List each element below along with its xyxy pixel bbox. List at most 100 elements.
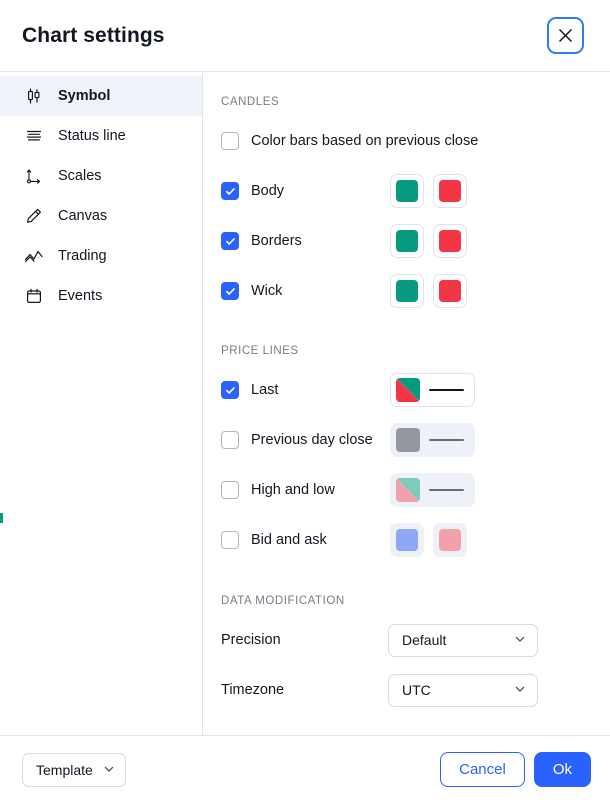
row-color-bars: Color bars based on previous close bbox=[203, 116, 610, 166]
sidebar-item-label: Events bbox=[58, 288, 103, 304]
checkbox-last[interactable]: Last bbox=[221, 381, 383, 399]
line-style-preview bbox=[429, 389, 464, 391]
last-line-style-button[interactable] bbox=[390, 373, 475, 407]
chevron-down-icon bbox=[514, 682, 526, 698]
trading-zigzag-icon bbox=[23, 245, 45, 267]
row-borders: Borders bbox=[203, 216, 610, 266]
precision-label: Precision bbox=[221, 632, 281, 648]
line-style-preview bbox=[429, 489, 464, 491]
color-swatch-group bbox=[390, 523, 467, 557]
checkbox-label: Borders bbox=[251, 233, 302, 249]
color-chip-down bbox=[439, 280, 461, 302]
footer-actions: Cancel Ok bbox=[440, 752, 591, 787]
dialog-footer: Template Cancel Ok bbox=[0, 735, 610, 803]
dialog-body: Symbol Status line Scales Canvas Trading… bbox=[0, 71, 610, 735]
candlestick-icon bbox=[23, 85, 45, 107]
row-previous-day-close: Previous day close bbox=[203, 415, 610, 465]
timezone-label: Timezone bbox=[221, 682, 285, 698]
checkbox-body[interactable]: Body bbox=[221, 182, 383, 200]
cancel-button[interactable]: Cancel bbox=[440, 752, 525, 787]
close-icon bbox=[557, 27, 574, 44]
row-last: Last bbox=[203, 365, 610, 415]
color-chip bbox=[396, 428, 420, 452]
section-title-data-modification: DATA MODIFICATION bbox=[221, 595, 345, 607]
template-label: Template bbox=[36, 761, 93, 778]
checkbox-wick[interactable]: Wick bbox=[221, 282, 383, 300]
ok-button[interactable]: Ok bbox=[533, 752, 591, 787]
checkbox-label: Wick bbox=[251, 283, 283, 299]
chart-settings-dialog: Chart settings Symbol Status line Scales… bbox=[0, 0, 610, 803]
color-swatch-group bbox=[390, 174, 467, 208]
borders-down-color-button[interactable] bbox=[433, 224, 467, 258]
color-chip-down bbox=[439, 180, 461, 202]
color-chip-up bbox=[396, 280, 418, 302]
dialog-header: Chart settings bbox=[0, 0, 610, 71]
precision-value: Default bbox=[402, 632, 447, 648]
checkbox-label: Color bars based on previous close bbox=[251, 133, 479, 149]
high-and-low-line-style-button[interactable] bbox=[390, 473, 475, 507]
checkbox-box bbox=[221, 431, 239, 449]
timezone-select[interactable]: UTC bbox=[388, 673, 538, 707]
bid-color-button[interactable] bbox=[390, 523, 424, 557]
section-title-candles: CANDLES bbox=[221, 96, 280, 108]
checkbox-color-bars[interactable]: Color bars based on previous close bbox=[221, 132, 478, 150]
sidebar-item-status-line[interactable]: Status line bbox=[0, 116, 202, 156]
sidebar-item-events[interactable]: Events bbox=[0, 276, 202, 316]
sidebar-item-trading[interactable]: Trading bbox=[0, 236, 202, 276]
close-button[interactable] bbox=[547, 17, 584, 54]
template-dropdown[interactable]: Template bbox=[22, 752, 126, 787]
sidebar-item-symbol[interactable]: Symbol bbox=[0, 76, 202, 116]
section-title-price-lines: PRICE LINES bbox=[221, 345, 299, 357]
sidebar-item-label: Symbol bbox=[58, 88, 111, 104]
row-precision: Precision Default bbox=[203, 615, 610, 665]
ask-color-button[interactable] bbox=[433, 523, 467, 557]
left-edge-accent bbox=[0, 513, 3, 523]
row-wick: Wick bbox=[203, 266, 610, 316]
checkbox-bid-and-ask[interactable]: Bid and ask bbox=[221, 531, 383, 549]
row-body: Body bbox=[203, 166, 610, 216]
checkbox-box bbox=[221, 132, 239, 150]
checkbox-label: Previous day close bbox=[251, 432, 373, 448]
precision-select[interactable]: Default bbox=[388, 623, 538, 657]
body-down-color-button[interactable] bbox=[433, 174, 467, 208]
checkbox-borders[interactable]: Borders bbox=[221, 232, 383, 250]
color-swatch-group bbox=[390, 224, 467, 258]
sidebar-item-label: Status line bbox=[58, 128, 126, 144]
checkbox-label: Bid and ask bbox=[251, 532, 327, 548]
color-chip-split bbox=[396, 378, 420, 402]
sidebar-item-canvas[interactable]: Canvas bbox=[0, 196, 202, 236]
sidebar-item-label: Trading bbox=[58, 248, 107, 264]
calendar-icon bbox=[23, 285, 45, 307]
checkbox-box bbox=[221, 232, 239, 250]
color-chip-down bbox=[439, 230, 461, 252]
timezone-value: UTC bbox=[402, 682, 431, 698]
color-chip-split bbox=[396, 478, 420, 502]
previous-day-close-line-style-button[interactable] bbox=[390, 423, 475, 457]
color-chip-up bbox=[396, 230, 418, 252]
wick-up-color-button[interactable] bbox=[390, 274, 424, 308]
color-swatch-group bbox=[390, 274, 467, 308]
body-up-color-button[interactable] bbox=[390, 174, 424, 208]
row-timezone: Timezone UTC bbox=[203, 665, 610, 715]
row-high-and-low: High and low bbox=[203, 465, 610, 515]
checkbox-box bbox=[221, 531, 239, 549]
color-chip-up bbox=[396, 180, 418, 202]
checkbox-label: Body bbox=[251, 183, 285, 199]
checkbox-label: High and low bbox=[251, 482, 335, 498]
checkbox-label: Last bbox=[251, 382, 279, 398]
sidebar-item-label: Scales bbox=[58, 168, 102, 184]
wick-down-color-button[interactable] bbox=[433, 274, 467, 308]
checkbox-high-and-low[interactable]: High and low bbox=[221, 481, 383, 499]
sidebar-item-scales[interactable]: Scales bbox=[0, 156, 202, 196]
color-chip-ask bbox=[439, 529, 461, 551]
checkbox-box bbox=[221, 182, 239, 200]
color-chip-bid bbox=[396, 529, 418, 551]
borders-up-color-button[interactable] bbox=[390, 224, 424, 258]
sidebar-item-label: Canvas bbox=[58, 208, 108, 224]
row-bid-and-ask: Bid and ask bbox=[203, 515, 610, 565]
settings-content: CANDLES Color bars based on previous clo… bbox=[203, 72, 610, 735]
checkbox-box bbox=[221, 481, 239, 499]
sidebar: Symbol Status line Scales Canvas Trading… bbox=[0, 72, 203, 735]
chevron-down-icon bbox=[514, 632, 526, 648]
checkbox-previous-day-close[interactable]: Previous day close bbox=[221, 431, 383, 449]
